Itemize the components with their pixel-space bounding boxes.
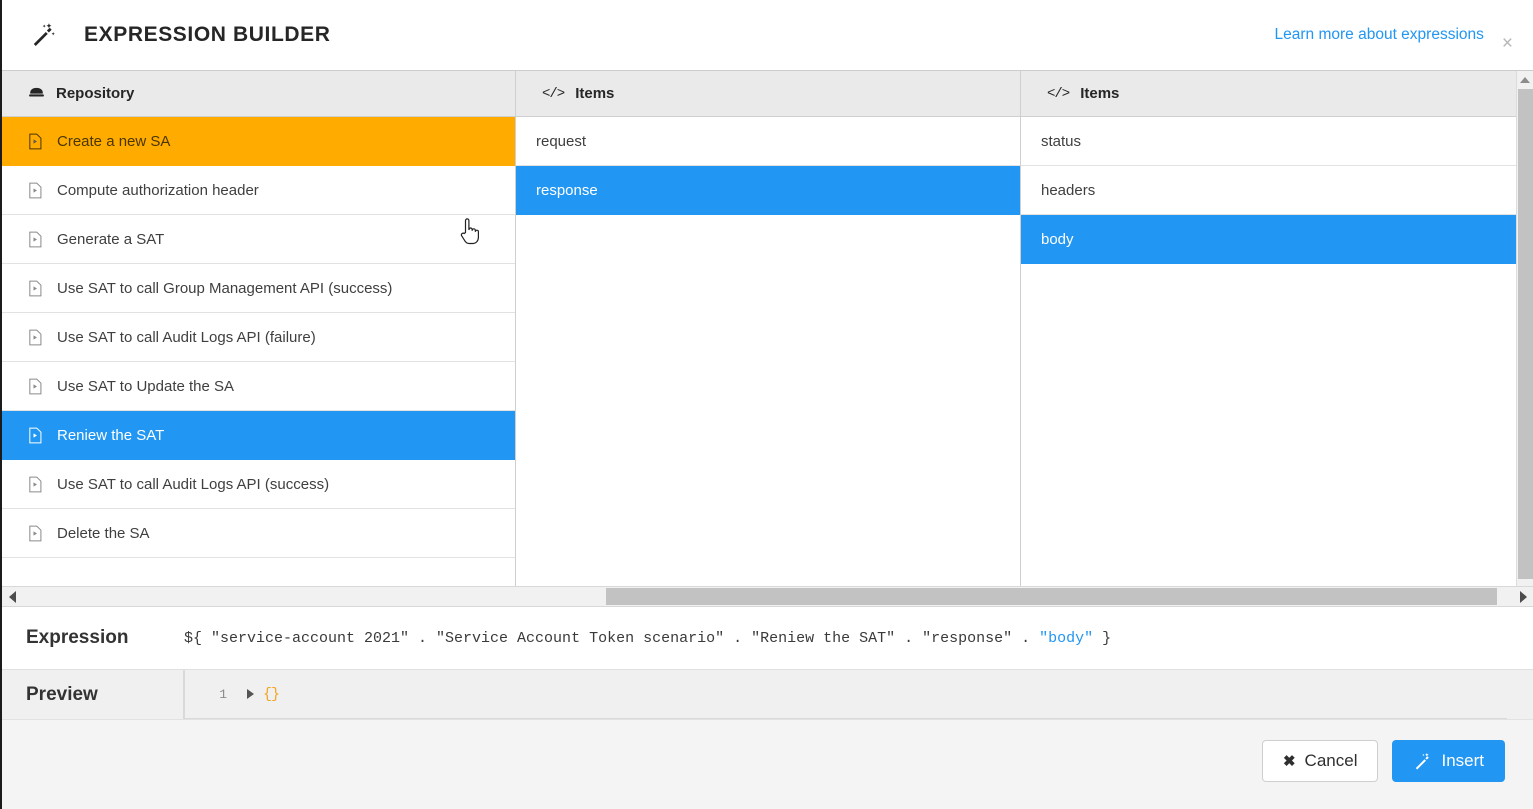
expression-section: Expression ${ "service-account 2021" . "… (2, 607, 1533, 669)
scroll-right-arrow-icon[interactable] (1513, 590, 1533, 603)
script-file-icon (28, 280, 43, 297)
horizontal-scrollbar-thumb[interactable] (606, 588, 1497, 605)
expression-value[interactable]: ${ "service-account 2021" . "Service Acc… (184, 630, 1533, 647)
list-item-label: request (536, 132, 587, 150)
list-item[interactable]: headers (1021, 166, 1533, 215)
close-x-icon: ✖ (1282, 753, 1296, 770)
list-item-label: headers (1041, 181, 1096, 199)
expand-caret-icon[interactable] (237, 689, 263, 699)
script-file-icon (28, 427, 43, 444)
column-header-items-2: </> Items (1021, 71, 1533, 117)
items-list-2: status headers body (1021, 117, 1533, 586)
list-item-label: Use SAT to Update the SA (57, 377, 235, 395)
magic-wand-icon (1413, 752, 1432, 771)
list-item-label: Delete the SA (57, 524, 150, 542)
list-item[interactable]: Generate a SAT (2, 215, 515, 264)
list-item[interactable]: Use SAT to call Audit Logs API (failure) (2, 313, 515, 362)
list-item-label: Generate a SAT (57, 230, 165, 248)
magic-wand-icon (30, 22, 56, 48)
column-header-label: Items (1080, 85, 1120, 102)
script-file-icon (28, 378, 43, 395)
horizontal-scrollbar[interactable] (2, 586, 1533, 607)
preview-label: Preview (2, 670, 184, 719)
list-item-label: Use SAT to call Audit Logs API (failure) (57, 328, 316, 346)
script-file-icon (28, 231, 43, 248)
database-icon (28, 85, 45, 102)
code-icon: </> (1047, 85, 1070, 102)
column-repository: Repository Create a new SA Compute autho… (2, 71, 516, 586)
repository-list: Create a new SA Compute authorization he… (2, 117, 515, 586)
insert-button[interactable]: Insert (1392, 740, 1505, 782)
list-item[interactable]: Use SAT to Update the SA (2, 362, 515, 411)
column-header-label: Items (575, 85, 615, 102)
list-item-label: Reniew the SAT (57, 426, 165, 444)
script-file-icon (28, 476, 43, 493)
list-item[interactable]: request (516, 117, 1020, 166)
expression-browser: Repository Create a new SA Compute autho… (2, 70, 1533, 586)
vertical-scrollbar-thumb[interactable] (1518, 89, 1533, 579)
scroll-left-arrow-icon[interactable] (2, 590, 22, 603)
cancel-button-label: Cancel (1304, 751, 1358, 770)
expression-suffix: } (1093, 629, 1112, 647)
code-icon: </> (542, 85, 565, 102)
cancel-button[interactable]: ✖ Cancel (1261, 740, 1379, 782)
items-list-1: request response (516, 117, 1020, 586)
list-item[interactable]: Reniew the SAT (2, 411, 515, 460)
scroll-up-arrow-icon[interactable] (1517, 71, 1533, 88)
script-file-icon (28, 133, 43, 150)
expression-prefix: ${ "service-account 2021" . "Service Acc… (184, 629, 1040, 647)
list-item-label: Create a new SA (57, 132, 171, 150)
column-header-items-1: </> Items (516, 71, 1020, 117)
column-items-2: </> Items status headers body (1021, 71, 1533, 586)
dialog-titlebar: EXPRESSION BUILDER Learn more about expr… (2, 0, 1533, 70)
preview-line-number: 1 (219, 686, 227, 702)
expression-label: Expression (26, 627, 129, 648)
column-header-repository: Repository (2, 71, 515, 117)
script-file-icon (28, 525, 43, 542)
list-item-label: status (1041, 132, 1082, 150)
preview-section: Preview 1 {} (2, 669, 1533, 719)
list-item-label: body (1041, 230, 1074, 248)
list-item[interactable]: response (516, 166, 1020, 215)
vertical-scrollbar[interactable] (1516, 71, 1533, 586)
expression-builder-dialog: EXPRESSION BUILDER Learn more about expr… (0, 0, 1533, 809)
list-item[interactable]: Use SAT to call Group Management API (su… (2, 264, 515, 313)
list-item-label: Compute authorization header (57, 181, 259, 199)
insert-button-label: Insert (1441, 751, 1484, 770)
script-file-icon (28, 182, 43, 199)
column-header-label: Repository (56, 85, 135, 102)
dialog-footer: ✖ Cancel Insert (2, 719, 1533, 809)
list-item-label: Use SAT to call Audit Logs API (success) (57, 475, 330, 493)
learn-more-link[interactable]: Learn more about expressions (1275, 26, 1484, 44)
script-file-icon (28, 329, 43, 346)
list-item[interactable]: Create a new SA (2, 117, 515, 166)
list-item-label: Use SAT to call Group Management API (su… (57, 279, 393, 297)
list-item-label: response (536, 181, 598, 199)
list-item[interactable]: Use SAT to call Audit Logs API (success) (2, 460, 515, 509)
page-title: EXPRESSION BUILDER (84, 23, 331, 46)
list-item[interactable]: Compute authorization header (2, 166, 515, 215)
list-item[interactable]: Delete the SA (2, 509, 515, 558)
titlebar-actions: Learn more about expressions × (1275, 16, 1533, 55)
close-icon[interactable]: × (1496, 32, 1519, 55)
list-item[interactable]: body (1021, 215, 1533, 264)
expression-highlight: "body" (1039, 629, 1094, 647)
preview-content[interactable]: 1 {} (184, 670, 1507, 719)
list-item[interactable]: status (1021, 117, 1533, 166)
preview-value: {} (263, 685, 280, 703)
column-items-1: </> Items request response (516, 71, 1021, 586)
